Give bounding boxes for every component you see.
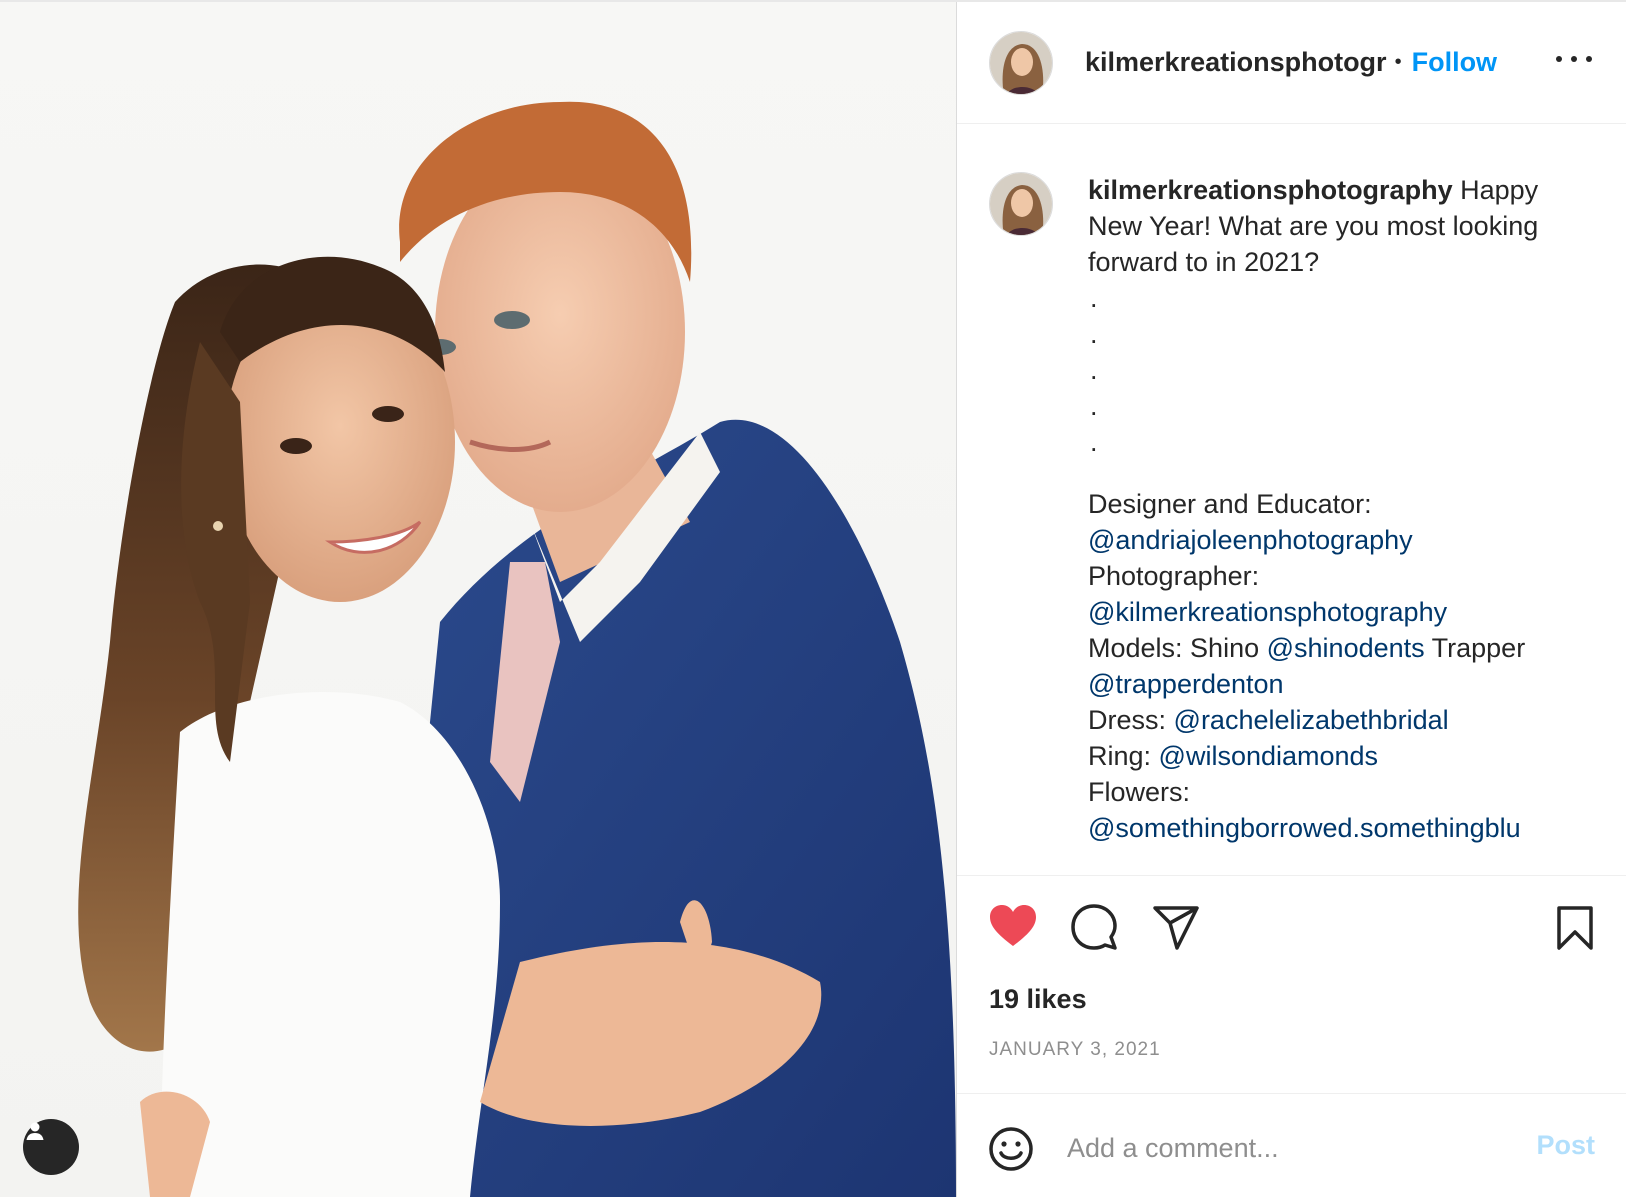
caption-dot: .: [1090, 283, 1098, 313]
models-mid: Trapper: [1431, 633, 1526, 663]
author-avatar[interactable]: [989, 30, 1053, 95]
caption-text: kilmerkreationsphotography Happy New Yea…: [1088, 172, 1588, 846]
action-bar: [957, 875, 1626, 950]
emoji-icon[interactable]: [989, 1127, 1033, 1176]
dress-label: Dress:: [1088, 705, 1167, 735]
dress-mention[interactable]: @rachelelizabethbridal: [1174, 705, 1449, 735]
designer-label: Designer and Educator:: [1088, 489, 1372, 519]
designer-mention[interactable]: @andriajoleenphotography: [1088, 522, 1588, 558]
models-label: Models: Shino: [1088, 633, 1260, 663]
more-horizontal-icon[interactable]: [1556, 50, 1592, 70]
post-date[interactable]: JANUARY 3, 2021: [989, 1039, 1161, 1061]
caption-line-1: Happy: [1460, 175, 1539, 205]
caption-author-avatar[interactable]: [989, 172, 1053, 236]
flowers-mention[interactable]: @somethingborrowed.somethingblu: [1088, 810, 1588, 846]
comment-icon[interactable]: [1071, 904, 1117, 955]
follow-button[interactable]: Follow: [1412, 47, 1497, 78]
caption-dot: .: [1090, 319, 1098, 349]
bookmark-icon[interactable]: [1555, 906, 1595, 955]
ring-label: Ring:: [1088, 741, 1152, 771]
separator-dot: •: [1394, 51, 1402, 73]
couple-illustration: [78, 101, 956, 1197]
comment-bar: Post: [957, 1093, 1626, 1198]
heart-filled-icon[interactable]: [989, 904, 1037, 953]
caption-line-3: forward to in 2021?: [1088, 247, 1320, 277]
flowers-label: Flowers:: [1088, 777, 1191, 807]
caption-line-2: New Year! What are you most looking: [1088, 211, 1539, 241]
likes-count[interactable]: 19 likes: [989, 984, 1087, 1015]
model2-mention[interactable]: @trapperdenton: [1088, 666, 1588, 702]
post-photo[interactable]: [0, 2, 956, 1197]
ring-mention[interactable]: @wilsondiamonds: [1159, 741, 1379, 771]
post-container: kilmerkreationsphotogr • Follow kilmerkr…: [0, 0, 1626, 1197]
photographer-mention[interactable]: @kilmerkreationsphotography: [1088, 594, 1588, 630]
photographer-label: Photographer:: [1088, 561, 1260, 591]
comment-input[interactable]: [1065, 1126, 1499, 1170]
post-side-panel: kilmerkreationsphotogr • Follow kilmerkr…: [956, 2, 1626, 1197]
share-icon[interactable]: [1153, 906, 1199, 955]
caption-dot: .: [1090, 427, 1098, 457]
post-comment-button[interactable]: Post: [1536, 1130, 1595, 1161]
caption-scroll-area[interactable]: kilmerkreationsphotography Happy New Yea…: [957, 124, 1626, 874]
caption-dot: .: [1090, 355, 1098, 385]
caption-dot: .: [1090, 391, 1098, 421]
model1-mention[interactable]: @shinodents: [1267, 633, 1425, 663]
caption-author[interactable]: kilmerkreationsphotography: [1088, 175, 1453, 205]
user-tag-icon[interactable]: [23, 1119, 79, 1175]
post-header: kilmerkreationsphotogr • Follow: [957, 2, 1626, 124]
author-username[interactable]: kilmerkreationsphotogr: [1085, 47, 1387, 78]
